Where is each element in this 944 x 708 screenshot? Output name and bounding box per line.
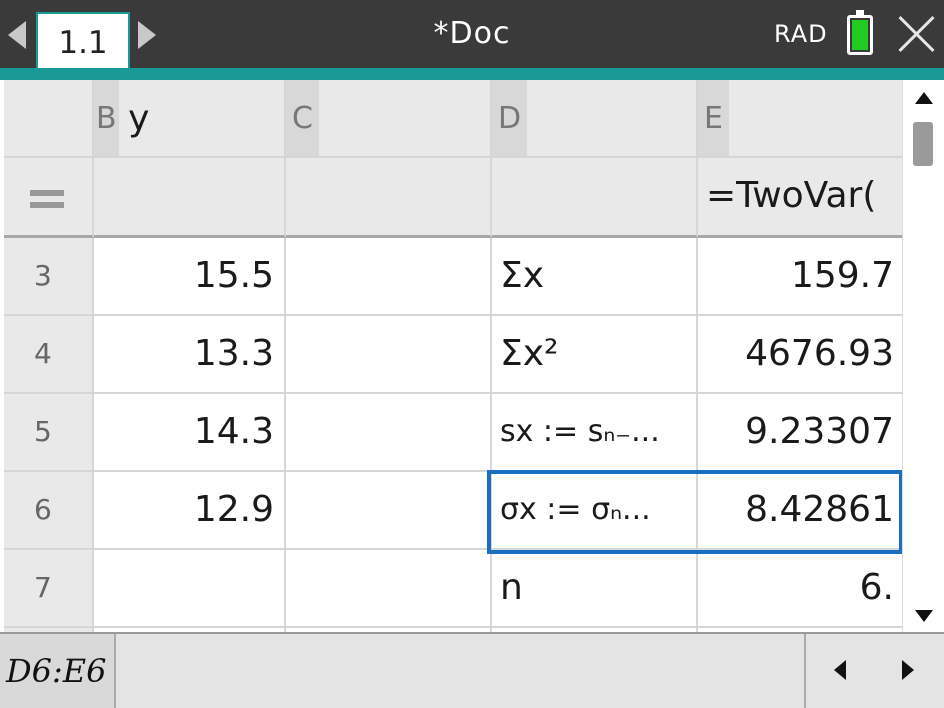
- formula-row-icon: [30, 190, 64, 208]
- scroll-right-arrow-icon[interactable]: [902, 660, 914, 680]
- cell-c4[interactable]: [286, 316, 492, 394]
- vertical-scrollbar[interactable]: [902, 80, 944, 632]
- row-header-6[interactable]: 6: [4, 472, 94, 550]
- angle-mode-indicator: RAD: [774, 20, 828, 48]
- spreadsheet: B y C D E =TwoVar( 3 15.5 Σx 159.7 4 13.…: [4, 80, 902, 632]
- title-bar: 1.1 *Doc RAD: [0, 0, 944, 80]
- row-header-4[interactable]: 4: [4, 316, 94, 394]
- formula-cell-b[interactable]: [94, 158, 286, 238]
- cell-c5[interactable]: [286, 394, 492, 472]
- cell-b3[interactable]: 15.5: [94, 238, 286, 316]
- cell-e3[interactable]: 159.7: [698, 238, 902, 316]
- cell-e7[interactable]: 6.: [698, 550, 902, 628]
- column-header-b[interactable]: B y: [94, 80, 286, 158]
- column-header-c[interactable]: C: [286, 80, 492, 158]
- column-letter-b: B: [94, 80, 119, 156]
- cell-e5[interactable]: 9.23307: [698, 394, 902, 472]
- entry-line-bar: D6:E6: [0, 632, 944, 708]
- column-letter-c: C: [286, 80, 319, 156]
- cell-c7[interactable]: [286, 550, 492, 628]
- formula-cell-e[interactable]: =TwoVar(: [698, 158, 902, 238]
- entry-line[interactable]: [116, 634, 804, 708]
- close-icon[interactable]: [897, 14, 937, 54]
- cell-b4[interactable]: 13.3: [94, 316, 286, 394]
- cell-d5[interactable]: sx := sₙ₋...: [492, 394, 698, 472]
- cell-d6[interactable]: σx := σₙ...: [492, 472, 698, 550]
- column-header-e[interactable]: E: [698, 80, 902, 158]
- column-letter-e: E: [698, 80, 729, 156]
- cell-b5[interactable]: 14.3: [94, 394, 286, 472]
- formula-cell-c[interactable]: [286, 158, 492, 238]
- cell-e4[interactable]: 4676.93: [698, 316, 902, 394]
- formula-cell-d[interactable]: [492, 158, 698, 238]
- cell-d3[interactable]: Σx: [492, 238, 698, 316]
- cell-b7[interactable]: [94, 550, 286, 628]
- cell-e6[interactable]: 8.42861: [698, 472, 902, 550]
- accent-strip: [0, 68, 944, 80]
- column-name-b: y: [128, 98, 150, 139]
- cell-reference: D6:E6: [0, 634, 116, 708]
- scroll-up-arrow-icon[interactable]: [915, 92, 933, 104]
- cell-d4[interactable]: Σx²: [492, 316, 698, 394]
- row-header-3[interactable]: 3: [4, 238, 94, 316]
- scroll-left-arrow-icon[interactable]: [834, 660, 846, 680]
- scroll-down-arrow-icon[interactable]: [915, 610, 933, 622]
- cell-d7[interactable]: n: [492, 550, 698, 628]
- battery-icon: [847, 10, 873, 55]
- formula-row-header[interactable]: [4, 158, 94, 238]
- cell-c6[interactable]: [286, 472, 492, 550]
- scroll-thumb[interactable]: [913, 122, 933, 166]
- cell-c3[interactable]: [286, 238, 492, 316]
- row-header-7[interactable]: 7: [4, 550, 94, 628]
- column-header-d[interactable]: D: [492, 80, 698, 158]
- cell-b6[interactable]: 12.9: [94, 472, 286, 550]
- column-letter-d: D: [492, 80, 528, 156]
- corner-cell[interactable]: [4, 80, 94, 158]
- row-header-5[interactable]: 5: [4, 394, 94, 472]
- horizontal-scroll: [804, 634, 944, 708]
